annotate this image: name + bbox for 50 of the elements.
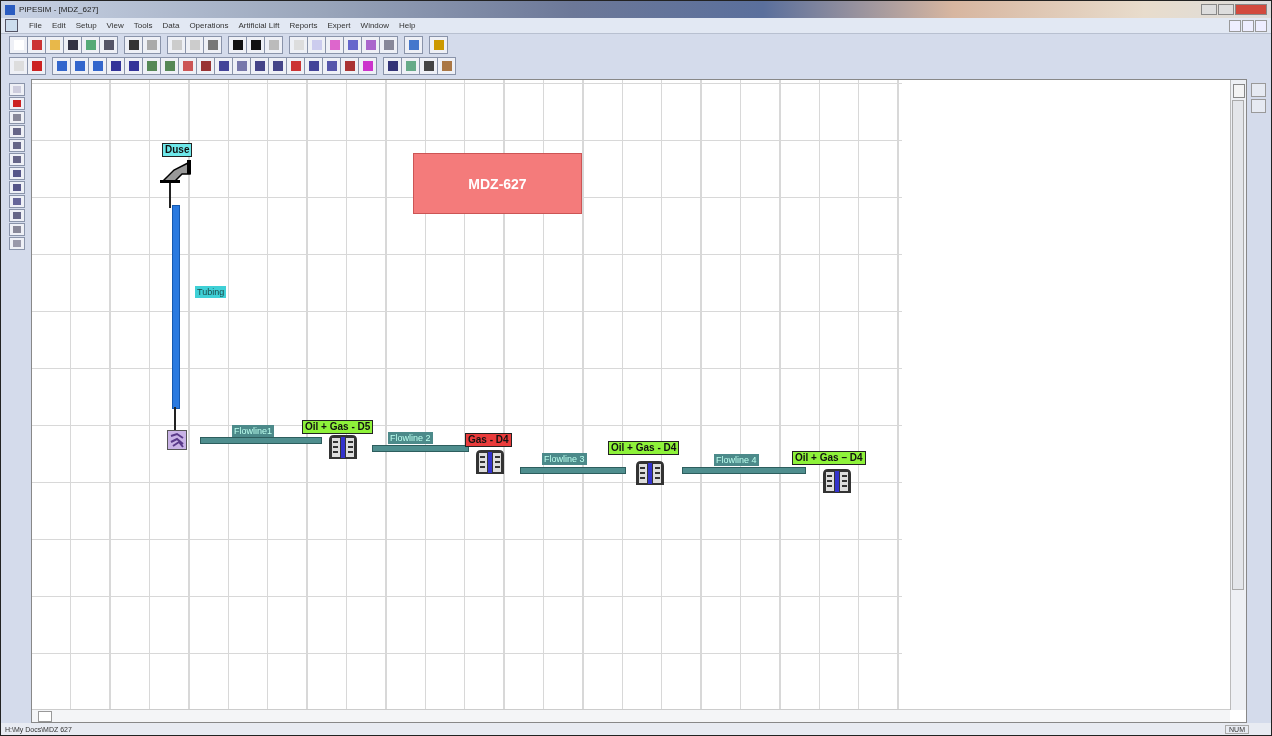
flowline-label: Flowline 3 xyxy=(542,453,587,465)
node-label: Oil + Gas - D4 xyxy=(608,441,680,455)
tool-icon[interactable] xyxy=(99,36,118,54)
separator-icon[interactable] xyxy=(328,434,358,460)
flowline[interactable] xyxy=(372,445,469,452)
menu-item[interactable]: Artificial Lift xyxy=(233,21,285,30)
menu-item[interactable]: Operations xyxy=(184,21,234,30)
menu-item[interactable]: Help xyxy=(394,21,421,30)
connector-line xyxy=(174,407,176,431)
node-label: Duse xyxy=(162,143,193,157)
flowline-label: Flowline1 xyxy=(232,425,275,437)
menu-item[interactable]: Setup xyxy=(70,21,102,30)
scroll-thumb[interactable] xyxy=(1232,100,1244,590)
node-label: Gas - D4 xyxy=(465,433,512,447)
vertical-scrollbar[interactable] xyxy=(1230,80,1246,710)
menu-item[interactable]: Reports xyxy=(284,21,323,30)
flowline[interactable] xyxy=(682,467,806,474)
scroll-left-button[interactable] xyxy=(38,711,52,722)
menu-item[interactable]: Expert xyxy=(322,21,356,30)
node-label: Oil + Gas - D5 xyxy=(302,420,374,434)
separator-icon[interactable] xyxy=(822,468,852,494)
menu-item[interactable]: View xyxy=(101,21,129,30)
minimize-button[interactable] xyxy=(1229,19,1241,32)
tool-icon[interactable] xyxy=(9,167,25,180)
menu-item[interactable]: Tools xyxy=(128,21,158,30)
document-icon[interactable] xyxy=(5,19,18,32)
app-icon xyxy=(5,4,15,15)
close-button[interactable] xyxy=(1255,19,1267,32)
choke-icon[interactable] xyxy=(160,158,194,208)
menu-item[interactable]: Edit xyxy=(46,21,71,30)
flowline[interactable] xyxy=(520,467,626,474)
window-title: PIPESIM - [MDZ_627] xyxy=(19,5,99,14)
flowline-label: Flowline 4 xyxy=(714,454,759,466)
restore-button[interactable] xyxy=(1242,19,1254,32)
flowline-label: Flowline 2 xyxy=(388,432,433,444)
tool-icon[interactable] xyxy=(9,181,25,194)
node-label: Oil + Gas – D4 xyxy=(792,451,866,465)
separator-icon[interactable] xyxy=(475,449,505,475)
title-box: MDZ-627 xyxy=(413,153,582,214)
menu-item[interactable]: Window xyxy=(355,21,395,30)
scroll-up-button[interactable] xyxy=(1233,84,1245,98)
flowline[interactable] xyxy=(200,437,322,444)
menu-item[interactable]: File xyxy=(24,21,47,30)
node-label: Tubing xyxy=(195,286,227,298)
horizontal-scrollbar[interactable] xyxy=(32,709,1230,722)
menu-item[interactable]: Data xyxy=(157,21,185,30)
minimize-button[interactable] xyxy=(1201,4,1217,15)
separator-icon[interactable] xyxy=(635,460,665,486)
well-icon[interactable] xyxy=(167,430,187,450)
maximize-button[interactable] xyxy=(1218,4,1234,15)
